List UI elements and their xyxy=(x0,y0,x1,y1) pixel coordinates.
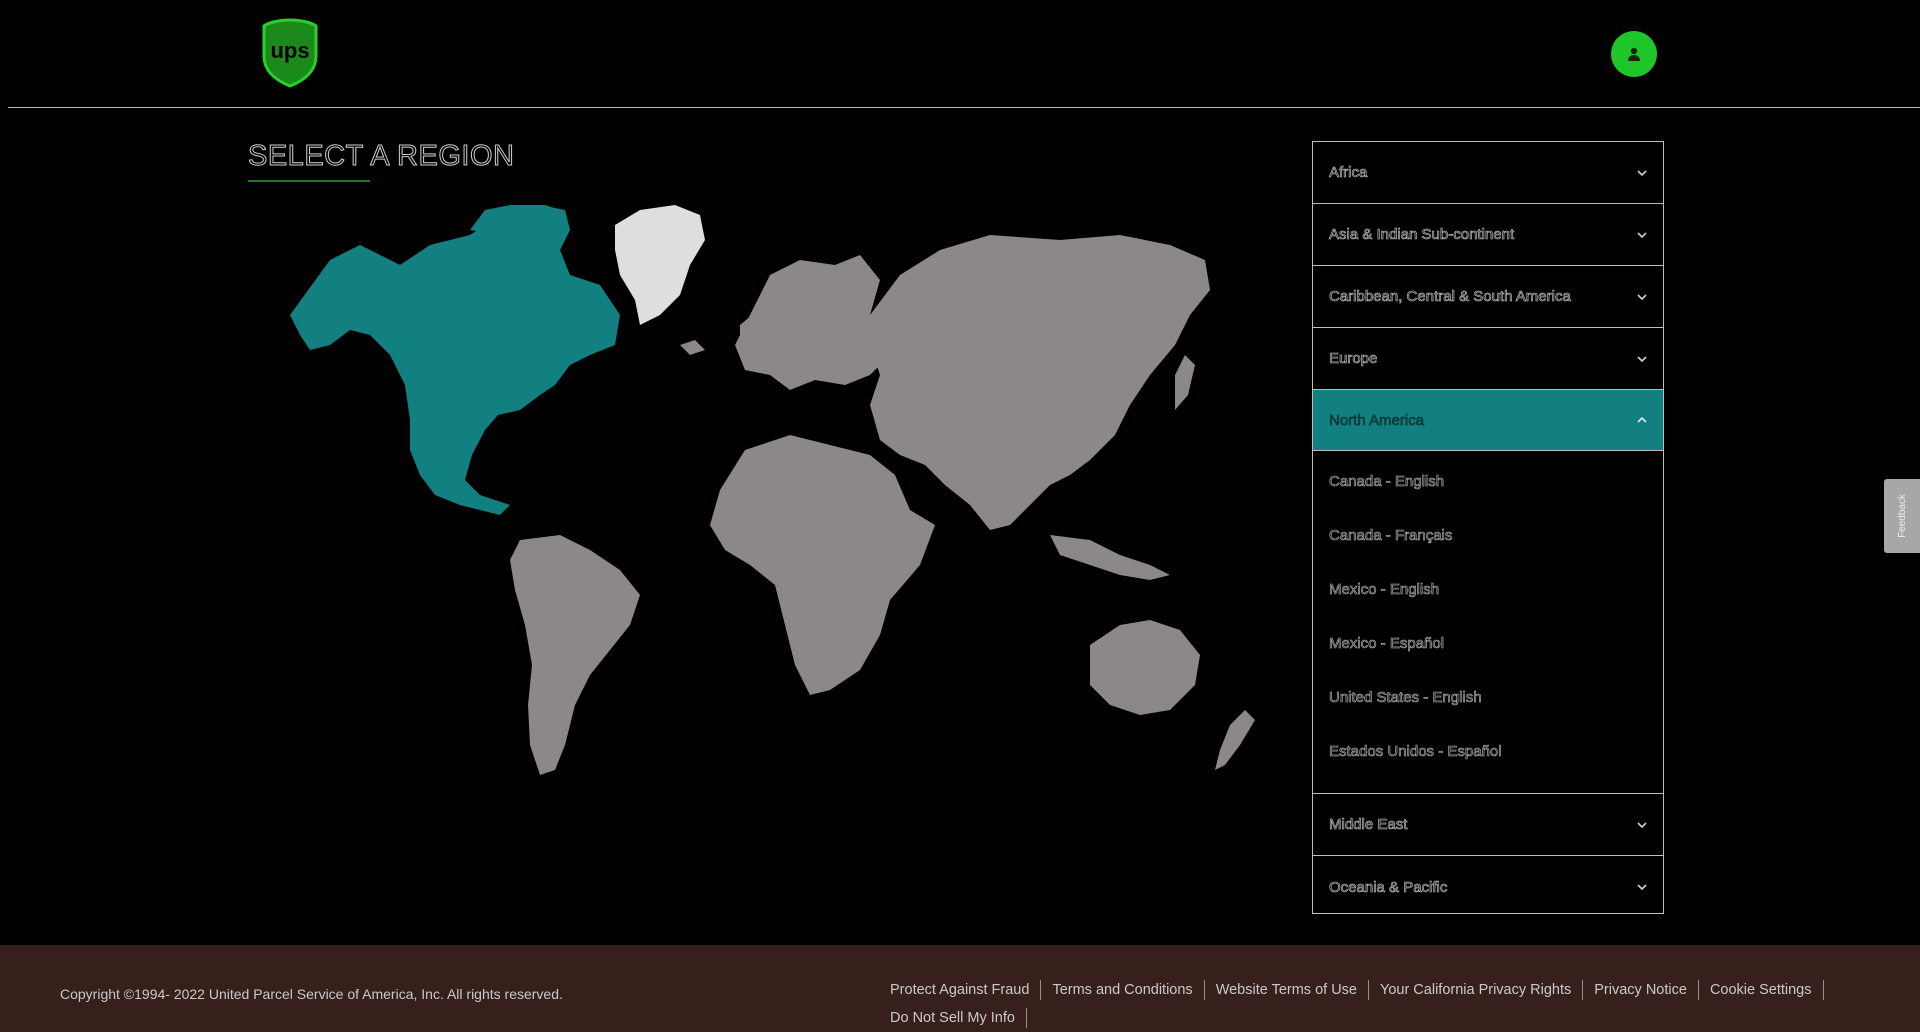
feedback-label: Feedback xyxy=(1896,494,1908,538)
map-region-japan[interactable] xyxy=(1175,355,1195,410)
copyright-text: Copyright ©1994- 2022 United Parcel Serv… xyxy=(60,986,563,1002)
footer-links: Protect Against Fraud Terms and Conditio… xyxy=(890,980,1840,1032)
region-oceania[interactable]: Oceania & Pacific xyxy=(1313,856,1663,918)
account-button[interactable] xyxy=(1611,31,1657,77)
footer-link-do-not-sell[interactable]: Do Not Sell My Info xyxy=(890,1008,1027,1028)
page-title: SELECT A REGION xyxy=(247,140,515,173)
map-region-iceland[interactable] xyxy=(680,340,705,355)
chevron-up-icon xyxy=(1637,416,1647,423)
map-region-europe[interactable] xyxy=(735,255,890,390)
map-region-indonesia[interactable] xyxy=(1050,535,1170,580)
region-label: Asia & Indian Sub-continent xyxy=(1329,226,1515,244)
svg-text:ups: ups xyxy=(270,38,309,63)
footer-link-fraud[interactable]: Protect Against Fraud xyxy=(890,980,1042,1000)
lang-us-espanol[interactable]: Estados Unidos - Español xyxy=(1313,725,1663,779)
footer-link-cookie-settings[interactable]: Cookie Settings xyxy=(1699,980,1824,1000)
lang-us-english[interactable]: United States - English xyxy=(1313,671,1663,725)
chevron-down-icon xyxy=(1637,355,1647,362)
north-america-languages: Canada - English Canada - Français Mexic… xyxy=(1313,451,1663,794)
region-label: Caribbean, Central & South America xyxy=(1329,288,1571,306)
feedback-tab[interactable]: Feedback xyxy=(1884,479,1920,553)
user-icon xyxy=(1628,47,1640,61)
chevron-down-icon xyxy=(1637,821,1647,828)
lang-canada-english[interactable]: Canada - English xyxy=(1313,455,1663,509)
region-north-america[interactable]: North America xyxy=(1313,390,1663,451)
chevron-down-icon xyxy=(1637,884,1647,891)
footer-link-privacy-notice[interactable]: Privacy Notice xyxy=(1583,980,1699,1000)
chevron-down-icon xyxy=(1637,231,1647,238)
map-region-south-america[interactable] xyxy=(510,535,640,775)
region-label: Africa xyxy=(1329,164,1368,182)
map-region-north-america[interactable] xyxy=(290,205,620,515)
header-divider xyxy=(8,107,1920,108)
region-asia[interactable]: Asia & Indian Sub-continent xyxy=(1313,204,1663,266)
region-europe[interactable]: Europe xyxy=(1313,328,1663,390)
region-label: Middle East xyxy=(1329,816,1408,834)
lang-canada-francais[interactable]: Canada - Français xyxy=(1313,509,1663,563)
region-accordion: Africa Asia & Indian Sub-continent Carib… xyxy=(1312,141,1664,914)
lang-mexico-english[interactable]: Mexico - English xyxy=(1313,563,1663,617)
lang-mexico-espanol[interactable]: Mexico - Español xyxy=(1313,617,1663,671)
map-region-asia[interactable] xyxy=(870,235,1210,530)
chevron-down-icon xyxy=(1637,169,1647,176)
region-middle-east[interactable]: Middle East xyxy=(1313,794,1663,856)
region-africa[interactable]: Africa xyxy=(1313,142,1663,204)
world-map xyxy=(290,205,1255,775)
region-label: North America xyxy=(1329,411,1425,429)
footer-link-ca-privacy[interactable]: Your California Privacy Rights xyxy=(1369,980,1584,1000)
chevron-down-icon xyxy=(1637,293,1647,300)
footer-link-website-terms[interactable]: Website Terms of Use xyxy=(1205,980,1369,1000)
map-region-africa[interactable] xyxy=(710,435,935,695)
region-label: Europe xyxy=(1329,350,1378,368)
title-underline xyxy=(248,180,370,182)
ups-logo[interactable]: ups xyxy=(262,18,318,88)
map-region-new-zealand[interactable] xyxy=(1215,710,1255,770)
region-label: Oceania & Pacific xyxy=(1329,878,1448,896)
footer-link-terms[interactable]: Terms and Conditions xyxy=(1041,980,1205,1000)
site-header: ups xyxy=(0,0,1920,110)
site-footer: Copyright ©1994- 2022 United Parcel Serv… xyxy=(0,945,1920,1032)
region-caribbean[interactable]: Caribbean, Central & South America xyxy=(1313,266,1663,328)
map-region-australia[interactable] xyxy=(1090,620,1200,715)
map-region-greenland[interactable] xyxy=(615,205,705,325)
